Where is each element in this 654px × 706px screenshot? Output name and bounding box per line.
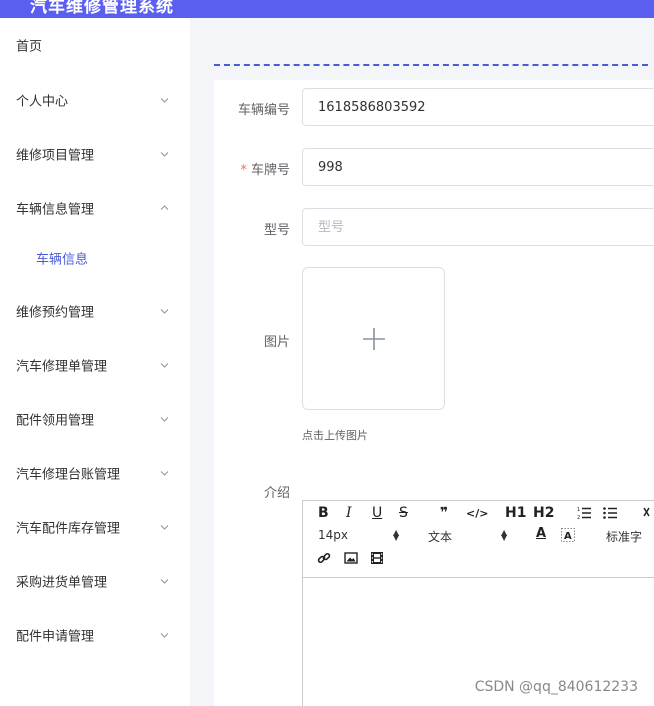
chevron-down-icon: [160, 631, 169, 640]
bullet-list-icon[interactable]: [603, 506, 618, 524]
sidebar-item-label: 维修项目管理: [16, 148, 95, 164]
italic-button[interactable]: I: [346, 505, 352, 521]
sidebar-item-repair-order[interactable]: 汽车修理单管理: [0, 345, 190, 385]
sidebar-item-repair-appointment[interactable]: 维修预约管理: [0, 291, 190, 331]
chevron-down-icon: [160, 307, 169, 316]
dashed-divider: [214, 64, 648, 66]
plate-label-text: 车牌号: [250, 163, 290, 178]
image-upload-box[interactable]: [302, 267, 445, 410]
sidebar-item-personal-center[interactable]: 个人中心: [0, 80, 190, 120]
sidebar-item-label: 配件申请管理: [16, 629, 95, 645]
model-label: 型号: [263, 223, 290, 238]
sidebar-item-label: 车辆信息管理: [16, 202, 95, 218]
rich-text-editor: B I U S ❞ </> H1 H2 12 14px ▲ ▼ 文本 ▲ ▼ A…: [302, 500, 654, 706]
sidebar-item-label: 车辆信息: [36, 252, 89, 268]
ordered-list-icon[interactable]: 12: [577, 506, 592, 524]
underline-button[interactable]: U: [372, 505, 382, 521]
sidebar-item-parts-application[interactable]: 配件申请管理: [0, 615, 190, 655]
video-icon[interactable]: [370, 551, 384, 569]
sidebar-item-repair-ledger[interactable]: 汽车修理台账管理: [0, 453, 190, 493]
svg-text:2: 2: [577, 515, 580, 520]
font-size-select[interactable]: 14px: [318, 528, 348, 542]
svg-text:A: A: [564, 531, 572, 542]
chevron-down-icon: [160, 523, 169, 532]
sidebar-item-repair-items[interactable]: 维修项目管理: [0, 134, 190, 174]
background-color-icon[interactable]: A: [561, 528, 575, 546]
sidebar-item-purchase-orders[interactable]: 采购进货单管理: [0, 561, 190, 601]
sidebar-item-label: 首页: [16, 39, 43, 55]
sidebar-item-vehicle-management[interactable]: 车辆信息管理: [0, 188, 190, 228]
main-content: 车辆编号 *车牌号 型号 图片 点击上传图片 介绍 B I U S ❞ </>: [190, 18, 654, 706]
plate-label: * 车牌号: [214, 159, 290, 178]
bold-button[interactable]: B: [318, 505, 329, 521]
plus-icon: [363, 328, 385, 350]
heading2-button[interactable]: H2: [533, 505, 554, 521]
sidebar-item-label: 汽车修理单管理: [16, 359, 108, 375]
vehicle-form-panel: 车辆编号 *车牌号 型号 图片 点击上传图片 介绍 B I U S ❞ </>: [214, 80, 654, 706]
required-mark: *: [240, 163, 247, 178]
intro-label: 介绍: [263, 486, 290, 501]
chevron-down-icon: [160, 361, 169, 370]
more-tools-icon[interactable]: [643, 505, 653, 523]
chevron-down-icon: [160, 577, 169, 586]
editor-toolbar: B I U S ❞ </> H1 H2 12 14px ▲ ▼ 文本 ▲ ▼ A…: [303, 501, 654, 578]
chevron-up-icon: [160, 204, 169, 213]
sidebar-item-label: 汽车修理台账管理: [16, 467, 121, 483]
app-title: 汽车维修管理系统: [30, 0, 174, 17]
sidebar-item-vehicle-info[interactable]: 车辆信息: [0, 238, 190, 278]
upload-tip: 点击上传图片: [302, 429, 368, 442]
sidebar-item-parts-inventory[interactable]: 汽车配件库存管理: [0, 507, 190, 547]
chevron-up-down-icon: ▲ ▼: [393, 528, 400, 542]
sidebar-item-label: 汽车配件库存管理: [16, 521, 121, 537]
model-input[interactable]: [302, 208, 654, 246]
heading1-button[interactable]: H1: [505, 505, 526, 521]
sidebar-item-label: 维修预约管理: [16, 305, 95, 321]
sidebar-item-label: 配件领用管理: [16, 413, 95, 429]
link-icon[interactable]: [317, 551, 331, 569]
text-style-select[interactable]: 文本: [428, 528, 452, 545]
code-button[interactable]: </>: [466, 506, 488, 522]
chevron-down-icon: [160, 415, 169, 424]
strikethrough-button[interactable]: S: [399, 505, 408, 521]
sidebar-item-label: 采购进货单管理: [16, 575, 108, 591]
sidebar-menu: 首页 个人中心 维修项目管理 车辆信息管理 车辆信息 维修预约管理 汽车修理单管…: [0, 18, 190, 706]
sidebar-item-label: 个人中心: [16, 94, 69, 110]
chevron-up-down-icon: ▲ ▼: [501, 528, 508, 542]
top-header: 汽车维修管理系统: [0, 0, 654, 18]
sidebar-item-parts-requisition[interactable]: 配件领用管理: [0, 399, 190, 439]
chevron-down-icon: [160, 96, 169, 105]
font-family-select[interactable]: 标准字: [606, 528, 642, 545]
vehicle-no-input[interactable]: [302, 88, 654, 126]
plate-input[interactable]: [302, 148, 654, 186]
blockquote-button[interactable]: ❞: [440, 505, 448, 521]
font-color-button[interactable]: A: [536, 526, 546, 542]
vehicle-no-label: 车辆编号: [237, 103, 290, 118]
watermark: CSDN @qq_840612233: [474, 679, 638, 695]
sidebar-item-home[interactable]: 首页: [0, 25, 190, 65]
image-label: 图片: [263, 335, 290, 350]
svg-text:1: 1: [577, 507, 580, 513]
image-icon[interactable]: [344, 551, 358, 569]
chevron-down-icon: [160, 469, 169, 478]
chevron-down-icon: [160, 150, 169, 159]
